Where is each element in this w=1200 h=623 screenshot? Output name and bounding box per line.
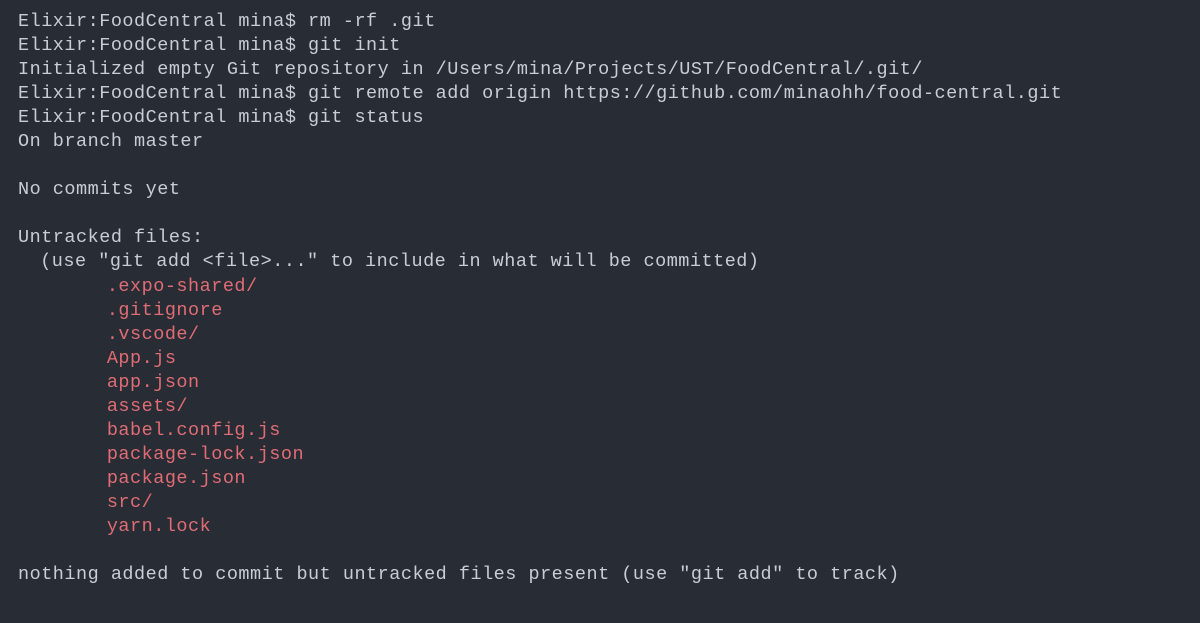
shell-prompt: Elixir:FoodCentral mina$ (18, 35, 308, 56)
blank-line (18, 539, 1182, 563)
blank-line (18, 154, 1182, 178)
output-line: Initialized empty Git repository in /Use… (18, 58, 1182, 82)
untracked-file: assets/ (18, 395, 1182, 419)
untracked-header: Untracked files: (18, 226, 1182, 250)
command-text: rm -rf .git (308, 11, 436, 32)
untracked-file: package-lock.json (18, 443, 1182, 467)
command-line: Elixir:FoodCentral mina$ rm -rf .git (18, 10, 1182, 34)
untracked-file: package.json (18, 467, 1182, 491)
untracked-file: babel.config.js (18, 419, 1182, 443)
shell-prompt: Elixir:FoodCentral mina$ (18, 83, 308, 104)
untracked-file: yarn.lock (18, 515, 1182, 539)
output-line: On branch master (18, 130, 1182, 154)
output-line: No commits yet (18, 178, 1182, 202)
untracked-file: .vscode/ (18, 323, 1182, 347)
command-line: Elixir:FoodCentral mina$ git init (18, 34, 1182, 58)
shell-prompt: Elixir:FoodCentral mina$ (18, 107, 308, 128)
untracked-file: .gitignore (18, 299, 1182, 323)
untracked-file: .expo-shared/ (18, 275, 1182, 299)
shell-prompt: Elixir:FoodCentral mina$ (18, 11, 308, 32)
blank-line (18, 202, 1182, 226)
command-text: git init (308, 35, 401, 56)
untracked-file: src/ (18, 491, 1182, 515)
command-text: git remote add origin https://github.com… (308, 83, 1062, 104)
untracked-file: App.js (18, 347, 1182, 371)
untracked-hint: (use "git add <file>..." to include in w… (18, 250, 1182, 274)
untracked-file: app.json (18, 371, 1182, 395)
command-line: Elixir:FoodCentral mina$ git status (18, 106, 1182, 130)
command-text: git status (308, 107, 424, 128)
command-line: Elixir:FoodCentral mina$ git remote add … (18, 82, 1182, 106)
terminal-output[interactable]: Elixir:FoodCentral mina$ rm -rf .git Eli… (18, 10, 1182, 587)
output-line: nothing added to commit but untracked fi… (18, 563, 1182, 587)
